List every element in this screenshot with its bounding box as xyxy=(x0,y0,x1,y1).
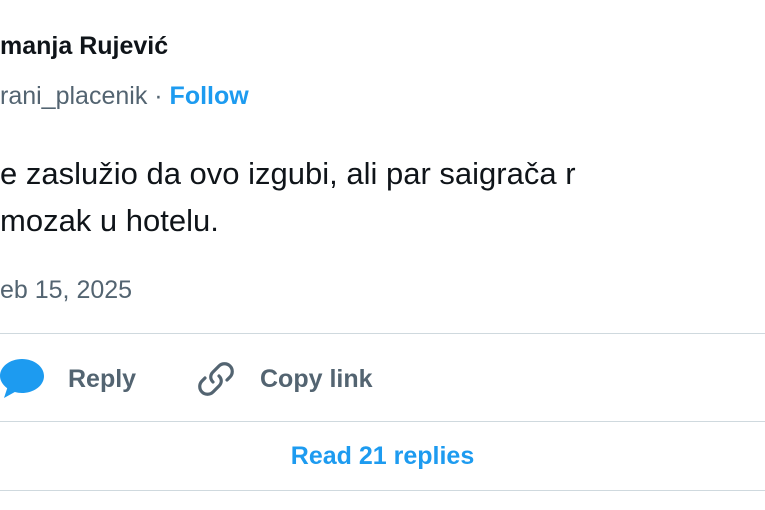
tweet-timestamp[interactable]: eb 15, 2025 xyxy=(0,276,132,305)
tweet-text: e zaslužio da ovo izgubi, ali par saigra… xyxy=(0,150,576,244)
author-handle-line: rani_placenik · Follow xyxy=(0,82,249,111)
divider-footer xyxy=(0,490,765,491)
divider-top xyxy=(0,333,765,334)
read-replies-row: Read 21 replies xyxy=(0,432,765,480)
tweet-card: manja Rujević rani_placenik · Follow e z… xyxy=(0,0,765,510)
action-bar: Reply Copy link xyxy=(0,355,765,403)
speech-bubble-icon xyxy=(0,359,44,398)
reply-button[interactable]: Reply xyxy=(0,355,136,403)
author-name[interactable]: manja Rujević xyxy=(0,32,168,61)
divider-bottom xyxy=(0,421,765,422)
link-icon xyxy=(198,362,234,396)
handle-separator: · xyxy=(147,82,170,110)
copy-link-button[interactable]: Copy link xyxy=(196,355,373,403)
follow-button[interactable]: Follow xyxy=(170,82,249,110)
read-replies-button[interactable]: Read 21 replies xyxy=(291,442,474,471)
tweet-text-line-2: mozak u hotelu. xyxy=(0,203,219,238)
copy-link-label: Copy link xyxy=(260,364,373,393)
reply-label: Reply xyxy=(68,364,137,393)
tweet-text-line-1: e zaslužio da ovo izgubi, ali par saigra… xyxy=(0,156,576,191)
author-handle[interactable]: rani_placenik xyxy=(0,82,147,110)
